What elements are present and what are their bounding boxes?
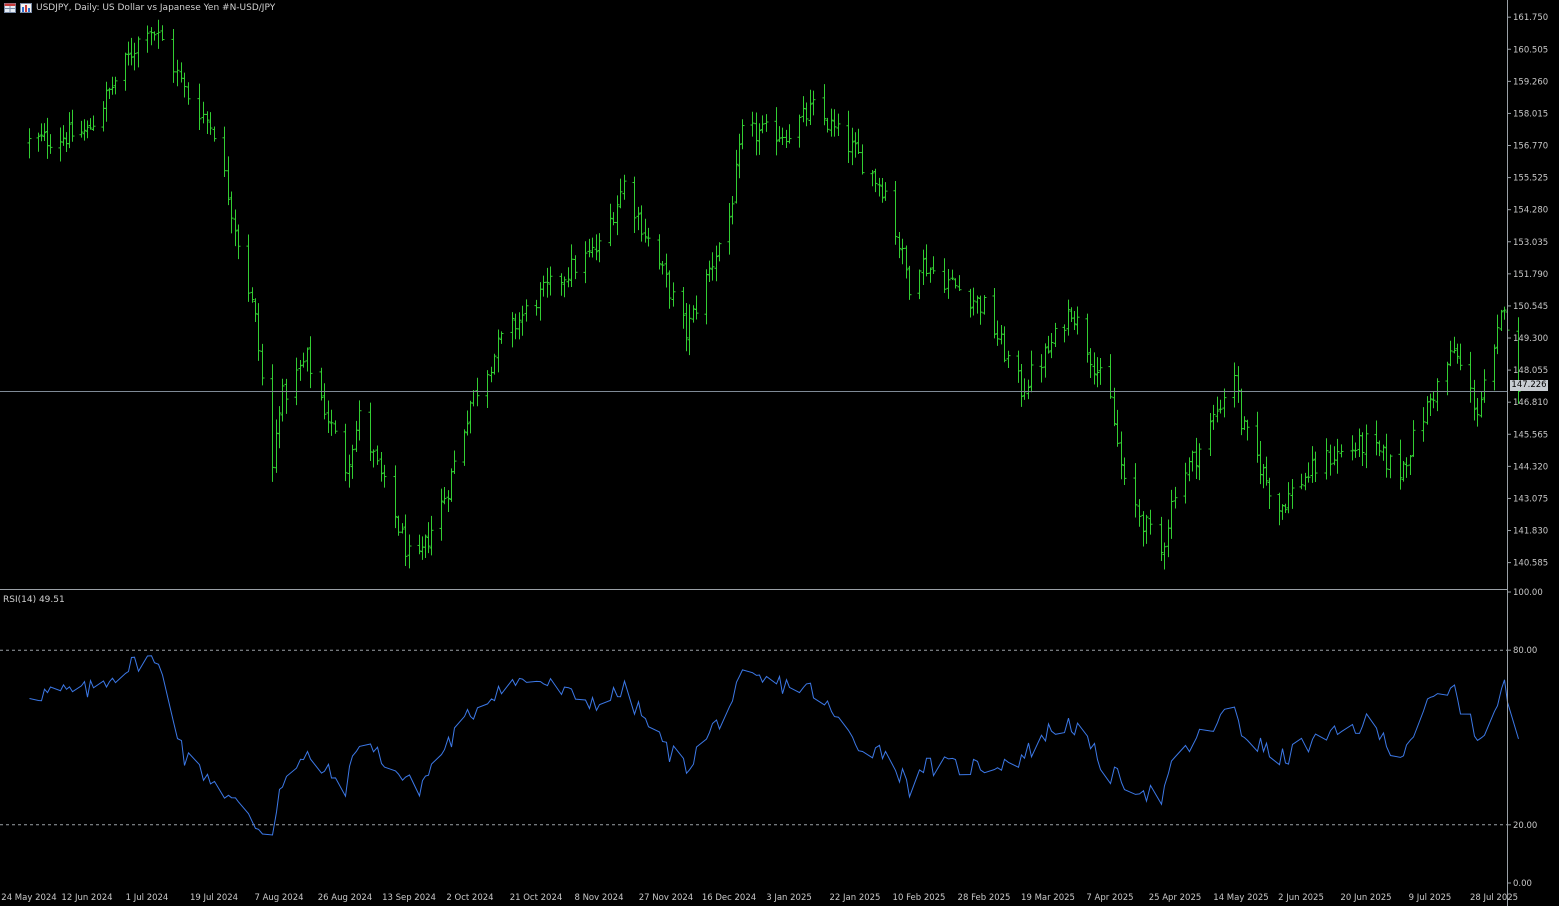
price-tick-label: 153.035 — [1513, 238, 1548, 248]
price-tick-label: 141.830 — [1513, 527, 1548, 537]
price-tick-label: 161.750 — [1513, 13, 1548, 23]
rsi-tick-label: 80.00 — [1513, 646, 1537, 656]
date-tick-label: 16 Dec 2024 — [702, 893, 756, 903]
price-tick-label: 160.505 — [1513, 45, 1548, 55]
date-tick-label: 24 May 2024 — [1, 893, 56, 903]
date-tick-label: 19 Mar 2025 — [1021, 893, 1075, 903]
date-tick-label: 10 Feb 2025 — [893, 893, 946, 903]
price-tick-label: 140.585 — [1513, 559, 1548, 569]
price-tick-label: 143.075 — [1513, 494, 1548, 504]
date-tick-label: 1 Jul 2024 — [126, 893, 169, 903]
date-tick-label: 7 Aug 2024 — [254, 893, 303, 903]
price-tick-label: 145.565 — [1513, 430, 1548, 440]
rsi-indicator-label: RSI(14) 49.51 — [3, 595, 65, 605]
price-tick-label: 158.015 — [1513, 109, 1548, 119]
price-tick-label: 155.525 — [1513, 174, 1548, 184]
date-tick-label: 12 Jun 2024 — [61, 893, 112, 903]
date-tick-label: 28 Feb 2025 — [958, 893, 1011, 903]
price-tick-label: 159.260 — [1513, 77, 1548, 87]
price-tick-label: 146.810 — [1513, 398, 1548, 408]
price-tick-label: 144.320 — [1513, 462, 1548, 472]
table-icon[interactable] — [4, 3, 16, 13]
date-tick-label: 21 Oct 2024 — [510, 893, 563, 903]
price-tick-label: 150.545 — [1513, 302, 1548, 312]
date-tick-label: 2 Oct 2024 — [446, 893, 493, 903]
date-tick-label: 3 Jan 2025 — [766, 893, 812, 903]
date-tick-label: 13 Sep 2024 — [382, 893, 436, 903]
price-tick-label: 156.770 — [1513, 142, 1548, 152]
price-tick-label: 149.300 — [1513, 334, 1548, 344]
chart-title: USDJPY, Daily: US Dollar vs Japanese Yen… — [36, 3, 276, 13]
date-tick-label: 8 Nov 2024 — [574, 893, 623, 903]
date-tick-label: 25 Apr 2025 — [1149, 893, 1202, 903]
trading-chart[interactable]: 161.750 160.505 159.260 158.015 156.770 155.5… — [0, 0, 1559, 906]
price-tick-label: 151.790 — [1513, 270, 1548, 280]
date-tick-label: 9 Jul 2025 — [1409, 893, 1452, 903]
date-tick-label: 28 Jul 2025 — [1470, 893, 1518, 903]
date-tick-label: 19 Jul 2024 — [190, 893, 238, 903]
chart-icon[interactable] — [20, 3, 32, 13]
rsi-tick-label: 100.00 — [1513, 588, 1543, 598]
date-tick-label: 27 Nov 2024 — [639, 893, 693, 903]
chart-header: USDJPY, Daily: US Dollar vs Japanese Yen… — [4, 1, 275, 15]
rsi-tick-label: 20.00 — [1513, 821, 1537, 831]
current-price-tag: 147.226 — [1510, 380, 1548, 391]
date-tick-label: 7 Apr 2025 — [1086, 893, 1133, 903]
date-tick-label: 22 Jan 2025 — [830, 893, 881, 903]
price-tick-label: 154.280 — [1513, 206, 1548, 216]
date-tick-label: 20 Jun 2025 — [1340, 893, 1391, 903]
rsi-tick-label: 0.00 — [1513, 879, 1532, 889]
date-tick-label: 14 May 2025 — [1213, 893, 1268, 903]
date-tick-label: 26 Aug 2024 — [318, 893, 372, 903]
date-tick-label: 2 Jun 2025 — [1278, 893, 1324, 903]
price-tick-label: 148.055 — [1513, 366, 1548, 376]
